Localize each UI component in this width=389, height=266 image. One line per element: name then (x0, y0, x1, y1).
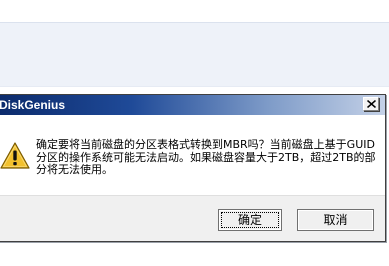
dialog-titlebar[interactable]: DiskGenius (0, 95, 385, 115)
dialog-button-bar: 确定 取消 (0, 195, 385, 241)
dialog-message: 确定要将当前磁盘的分区表格式转换到MBR吗？当前磁盘上基于GUID分区的操作系统… (36, 138, 376, 176)
cancel-button[interactable]: 取消 (297, 209, 374, 231)
confirm-dialog: DiskGenius 确定要将当前磁盘的分区表格式转换到MBR吗？当前磁盘上基于… (0, 94, 386, 242)
dialog-title: DiskGenius (0, 98, 66, 112)
background-divider-bottom (0, 86, 389, 87)
close-icon (367, 100, 376, 108)
warning-icon (0, 141, 31, 171)
ok-button[interactable]: 确定 (218, 209, 282, 231)
dialog-close-button[interactable] (363, 97, 379, 111)
background-panel (0, 23, 389, 86)
